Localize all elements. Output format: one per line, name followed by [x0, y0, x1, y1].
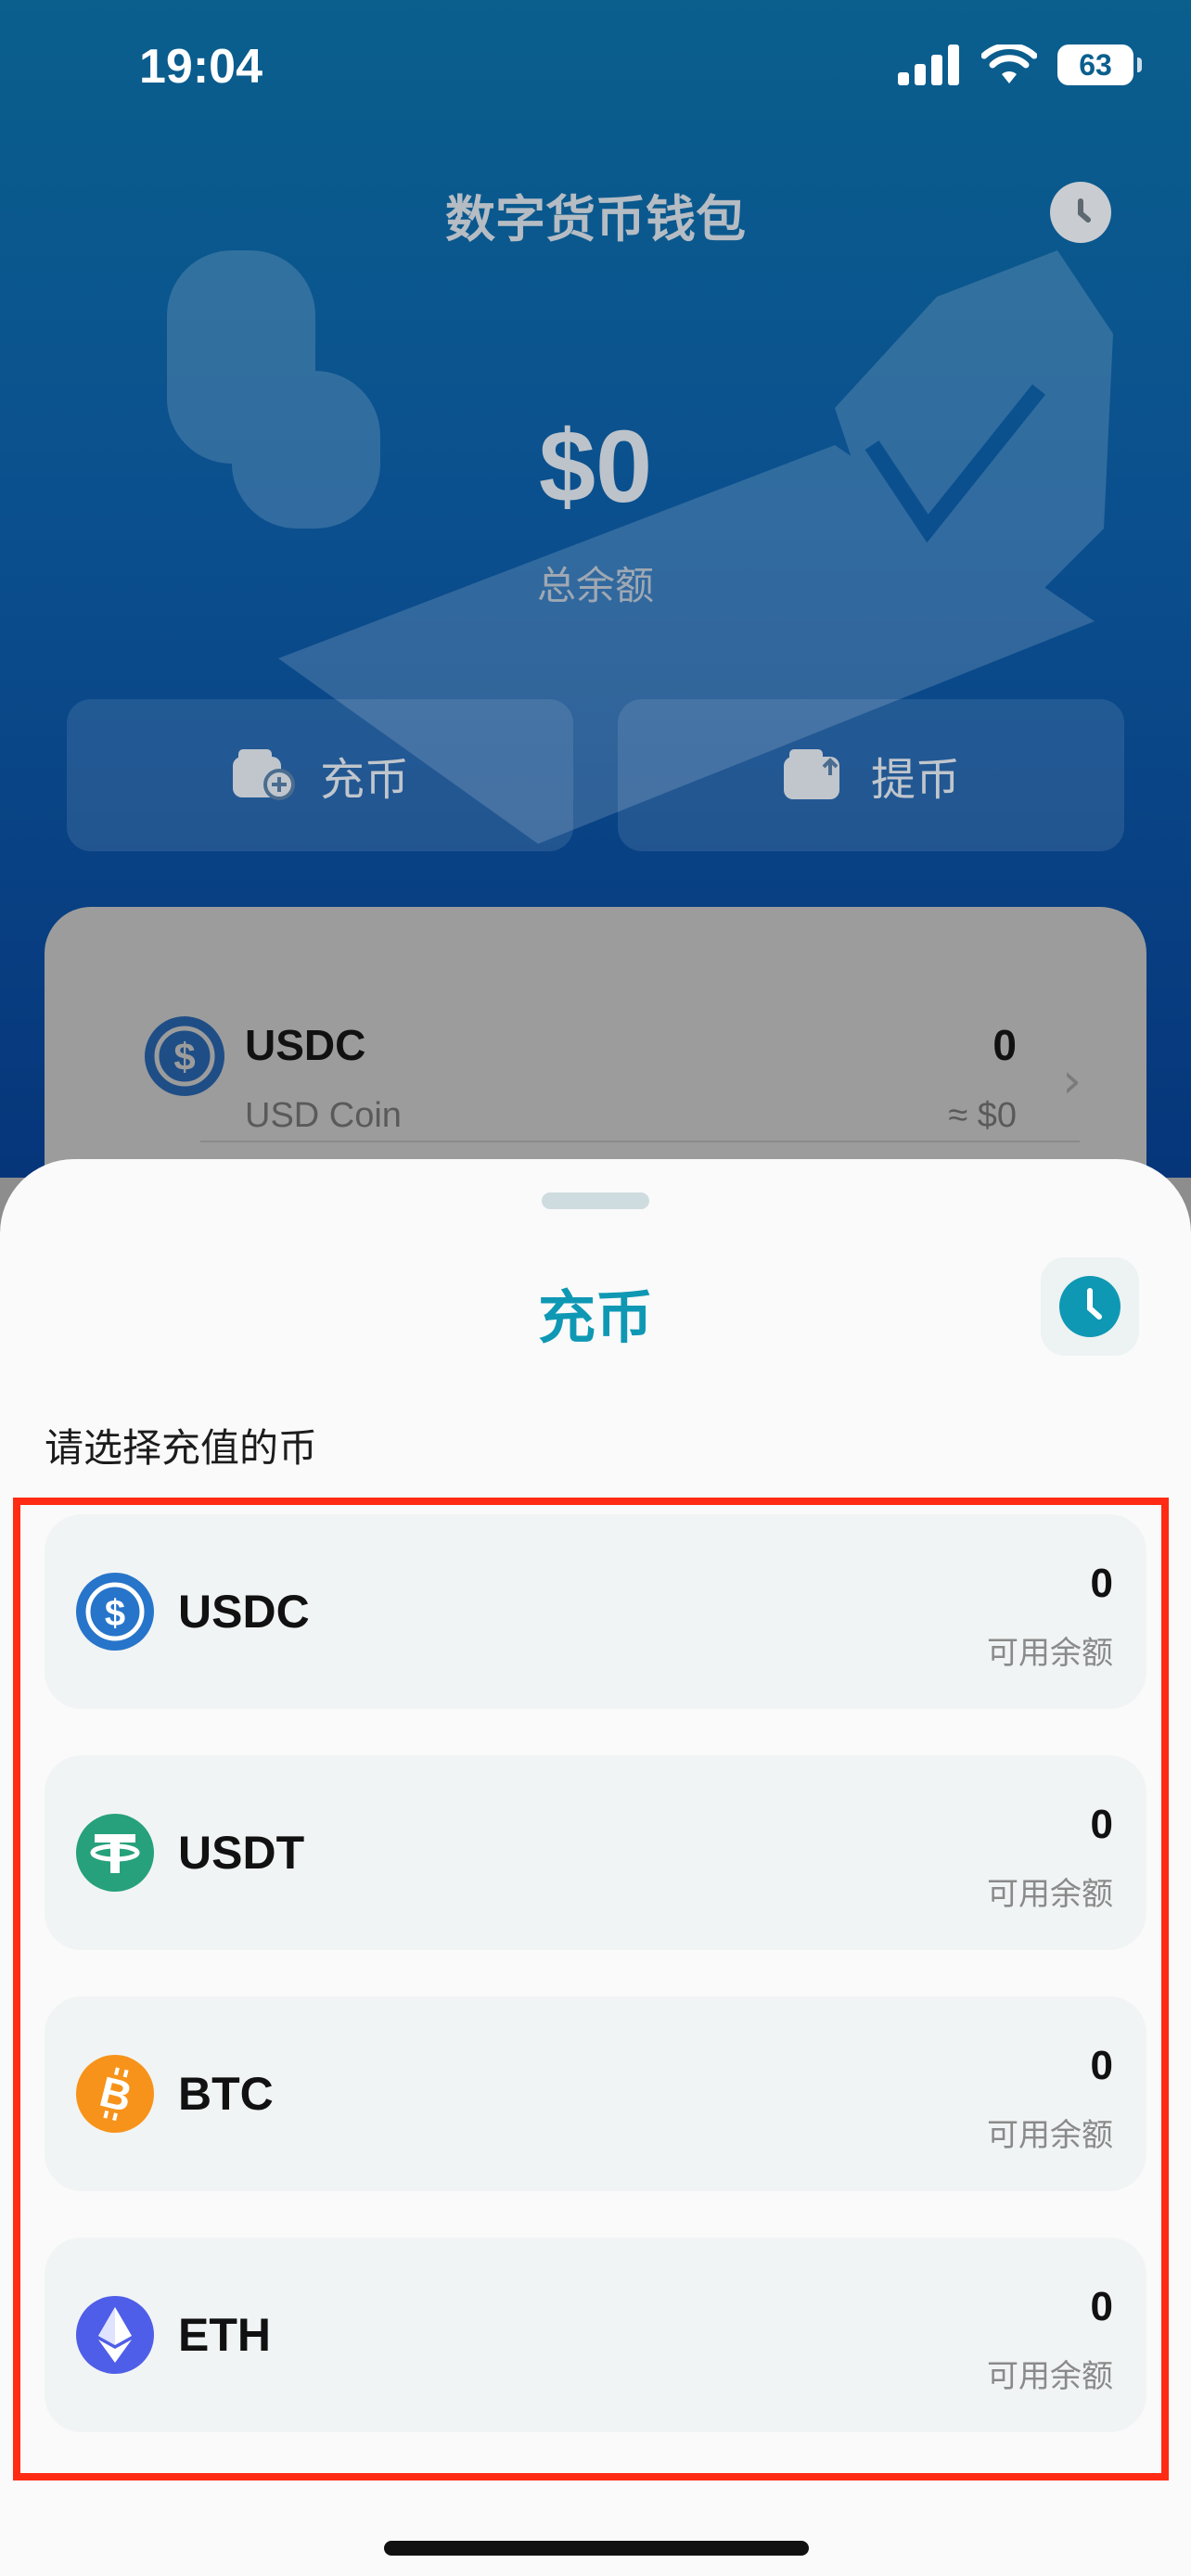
coin-available-label: 可用余额	[987, 2358, 1113, 2395]
asset-symbol: USDC	[245, 1021, 366, 1069]
coin-symbol: ETH	[178, 2309, 271, 2361]
coin-amount: 0	[1090, 1802, 1113, 1847]
wallet-plus-icon	[232, 749, 295, 800]
status-icons: 63	[898, 45, 1142, 85]
coin-available-label: 可用余额	[987, 2117, 1113, 2154]
coin-symbol: BTC	[178, 2068, 274, 2120]
sheet-title: 充币	[537, 1283, 653, 1351]
sheet-subtitle: 请选择充值的币	[45, 1425, 318, 1471]
withdraw-button[interactable]: 提币	[618, 699, 1124, 851]
deposit-sheet: 充币 请选择充值的币 $ USDC 0 可用余额 USDT 0 可用余额 B B…	[0, 1159, 1191, 2576]
coin-list: $ USDC 0 可用余额 USDT 0 可用余额 B BTC 0 可用余额 E…	[45, 1514, 1146, 2479]
coin-symbol: USDC	[178, 1586, 310, 1638]
wallet-upload-icon	[783, 749, 839, 799]
asset-amount: 0	[992, 1021, 1017, 1069]
clock-icon	[1078, 198, 1091, 223]
usdt-icon	[76, 1814, 154, 1892]
asset-usd-value: ≈ $0	[948, 1096, 1017, 1135]
coin-amount: 0	[1090, 2284, 1113, 2329]
sheet-grabber[interactable]	[542, 1192, 649, 1209]
coin-available-label: 可用余额	[987, 1635, 1113, 1672]
cellular-signal-icon	[898, 45, 959, 85]
status-time: 19:04	[139, 40, 263, 94]
svg-text:$: $	[173, 1035, 195, 1078]
coin-item-usdt[interactable]: USDT 0 可用余额	[45, 1755, 1146, 1950]
coin-item-eth[interactable]: ETH 0 可用余额	[45, 2238, 1146, 2432]
coin-amount: 0	[1090, 1561, 1113, 1606]
wifi-icon	[981, 45, 1037, 83]
usdc-icon: $	[76, 1573, 154, 1651]
battery-indicator: 63	[1057, 45, 1142, 85]
coin-item-usdc[interactable]: $ USDC 0 可用余额	[45, 1514, 1146, 1709]
deposit-history-button[interactable]	[1041, 1257, 1139, 1356]
withdraw-label: 提币	[870, 754, 960, 806]
usdc-icon: $	[145, 1016, 224, 1096]
coin-amount: 0	[1090, 2043, 1113, 2088]
coin-symbol: USDT	[178, 1827, 305, 1879]
btc-icon: B	[76, 2055, 154, 2133]
asset-row-usdc[interactable]: $ USDC USD Coin 0 ≈ $0 ›	[98, 963, 1100, 1135]
divider	[200, 1141, 1080, 1142]
deposit-label: 充币	[319, 754, 409, 806]
total-balance: $0	[538, 410, 653, 524]
asset-name: USD Coin	[245, 1096, 402, 1135]
clock-icon	[1059, 1276, 1121, 1337]
history-button[interactable]	[1050, 182, 1111, 243]
status-bar: 19:04 63	[0, 0, 1191, 139]
eth-icon	[76, 2296, 154, 2374]
page-title: 数字货币钱包	[445, 190, 746, 249]
deposit-button[interactable]: 充币	[67, 699, 573, 851]
coin-item-btc[interactable]: B BTC 0 可用余额	[45, 1996, 1146, 2191]
svg-text:$: $	[105, 1593, 125, 1634]
total-balance-label: 总余额	[536, 563, 654, 608]
coin-available-label: 可用余额	[987, 1876, 1113, 1913]
home-indicator[interactable]	[384, 2541, 809, 2556]
chevron-right-icon: ›	[1062, 1053, 1082, 1109]
